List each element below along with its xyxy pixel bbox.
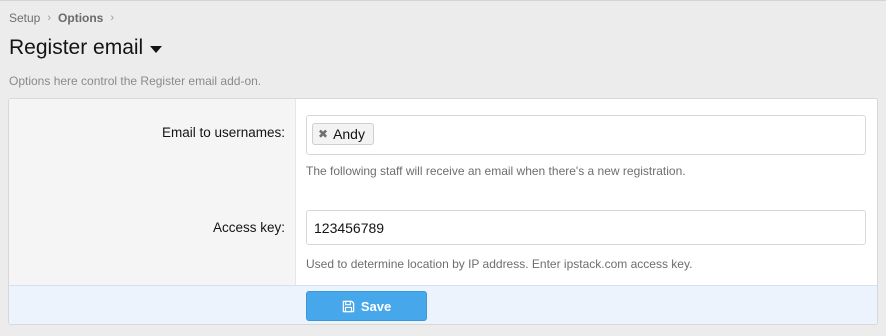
breadcrumb-setup[interactable]: Setup [9,11,40,25]
breadcrumb-separator-icon: › [47,12,52,24]
submit-row: Save [9,285,877,324]
save-button-label: Save [360,298,392,314]
floppy-disk-icon [342,300,355,312]
email-usernames-label: Email to usernames: [161,125,285,140]
email-usernames-token-input[interactable]: ✖ Andy [306,115,866,155]
access-key-label: Access key: [212,220,285,235]
breadcrumb-options[interactable]: Options [58,11,103,25]
username-token-label: Andy [333,126,365,142]
breadcrumb: Setup › Options › [9,11,121,25]
x-icon[interactable]: ✖ [318,128,328,140]
page-title: Register email [9,36,163,60]
breadcrumb-separator-icon: › [110,12,115,24]
username-token: ✖ Andy [312,123,374,145]
email-usernames-explain: The following staff will receive an emai… [306,164,686,178]
caret-down-icon[interactable] [150,45,163,53]
save-button[interactable]: Save [306,291,427,321]
page-title-text: Register email [9,36,144,59]
access-key-input[interactable] [306,210,866,245]
access-key-explain: Used to determine location by IP address… [306,257,693,271]
page-description: Options here control the Register email … [9,74,262,88]
options-form: Email to usernames: ✖ Andy The following… [8,98,878,325]
window-top-border [0,0,886,1]
